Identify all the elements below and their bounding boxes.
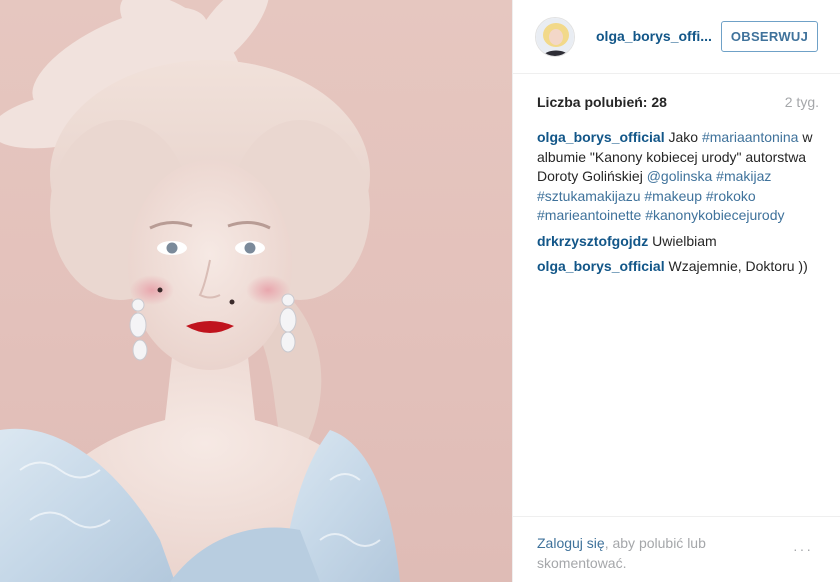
avatar[interactable]	[535, 17, 575, 57]
hashtag-link[interactable]: @golinska	[647, 168, 713, 184]
post-photo[interactable]	[0, 0, 512, 582]
more-options-icon[interactable]: ···	[785, 541, 821, 557]
comment-username-link[interactable]: olga_borys_official	[537, 129, 665, 145]
hashtag-link[interactable]: #rokoko	[706, 188, 756, 204]
login-prompt: Zaloguj się, aby polubić lub skomentować…	[537, 533, 737, 573]
comment-text: Jako	[664, 129, 702, 145]
hashtag-link[interactable]: #makeup	[644, 188, 702, 204]
post-header: olga_borys_offi... OBSERWUJ	[513, 0, 840, 74]
hashtag-link[interactable]: #marieantoinette	[537, 207, 641, 223]
follow-button[interactable]: OBSERWUJ	[721, 21, 818, 52]
post-details-panel: olga_borys_offi... OBSERWUJ Liczba polub…	[512, 0, 840, 582]
username-link[interactable]: olga_borys_offi...	[596, 28, 716, 44]
portrait-illustration	[0, 0, 400, 582]
post-container: olga_borys_offi... OBSERWUJ Liczba polub…	[0, 0, 840, 582]
hashtag-link[interactable]: #kanonykobiecejurody	[645, 207, 784, 223]
login-link[interactable]: Zaloguj się	[537, 535, 605, 551]
comment-item: olga_borys_official Jako #mariaantonina …	[537, 128, 821, 226]
comment-item: drkrzysztofgojdz Uwielbiam	[537, 232, 821, 252]
hashtag-link[interactable]: #makijaz	[716, 168, 771, 184]
hashtag-link[interactable]: #mariaantonina	[702, 129, 799, 145]
post-stats: Liczba polubień: 28 2 tyg.	[537, 94, 819, 114]
comment-item: olga_borys_official Wzajemnie, Doktoru )…	[537, 257, 821, 277]
comment-username-link[interactable]: drkrzysztofgojdz	[537, 233, 648, 249]
comments-list: olga_borys_official Jako #mariaantonina …	[537, 128, 821, 283]
likes-count: Liczba polubień: 28	[537, 94, 667, 110]
comment-text: Wzajemnie, Doktoru ))	[664, 258, 808, 274]
profile-photo-icon	[536, 18, 574, 56]
comment-text: Uwielbiam	[648, 232, 717, 249]
comment-username-link[interactable]: olga_borys_official	[537, 258, 665, 274]
hashtag-link[interactable]: #sztukamakijazu	[537, 188, 641, 204]
post-footer: Zaloguj się, aby polubić lub skomentować…	[513, 516, 840, 582]
post-timestamp[interactable]: 2 tyg.	[785, 94, 819, 110]
